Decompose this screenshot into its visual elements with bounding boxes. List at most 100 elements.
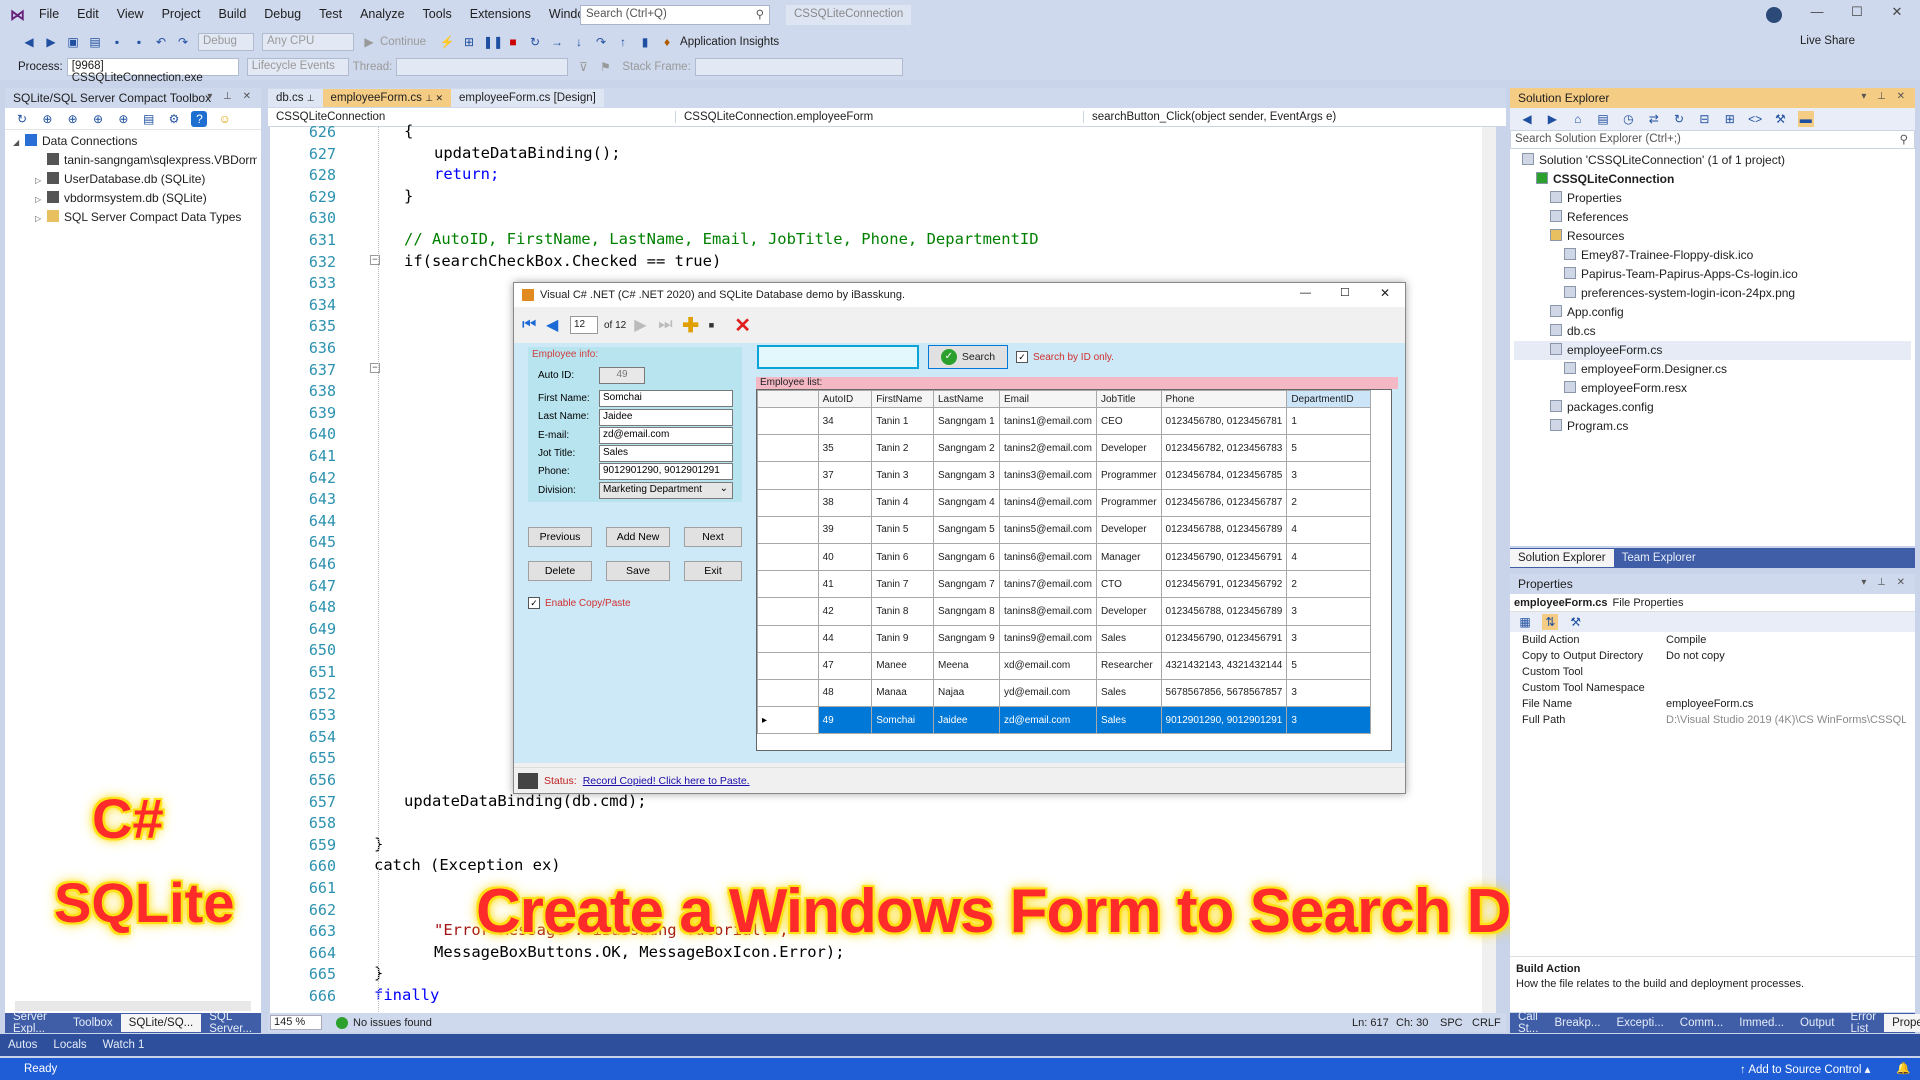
bookmark-icon[interactable]: ▮	[637, 34, 653, 50]
tab-breakp-[interactable]: Breakp...	[1546, 1014, 1608, 1032]
table-cell[interactable]: Researcher	[1095, 651, 1162, 680]
table-cell[interactable]: Tanin 6	[871, 542, 934, 572]
tab-autos[interactable]: Autos	[0, 1036, 45, 1054]
help-icon[interactable]: ?	[191, 111, 208, 127]
row-header[interactable]	[757, 542, 819, 572]
table-cell[interactable]: 34	[817, 406, 873, 436]
restart-icon[interactable]: ↻	[527, 34, 543, 50]
table-cell[interactable]: Sangngam 8	[933, 597, 1000, 626]
table-cell[interactable]: Sales	[1095, 706, 1162, 735]
property-value[interactable]: Compile	[1666, 632, 1906, 648]
connection-tree-item[interactable]: ▷ SQL Server Compact Data Types	[9, 208, 257, 227]
collapsed-arrow-icon[interactable]: ▷	[35, 209, 47, 227]
menu-view[interactable]: View	[108, 7, 153, 21]
solution-tree-item[interactable]: CSSQLiteConnection	[1514, 170, 1911, 189]
next-button[interactable]: Next	[684, 527, 742, 547]
stop-icon[interactable]: ■	[505, 34, 521, 50]
property-row[interactable]: Copy to Output Directory Do not copy	[1522, 648, 1915, 664]
table-cell[interactable]: tanins4@email.com	[998, 488, 1097, 517]
save-all-icon[interactable]: ▪	[131, 34, 147, 50]
table-cell[interactable]: Sangngam 5	[933, 515, 1000, 544]
table-cell[interactable]: Developer	[1095, 597, 1162, 626]
email-field[interactable]: zd@email.com	[599, 427, 733, 444]
view-code-icon[interactable]: <>	[1747, 111, 1763, 127]
tab-output[interactable]: Output	[1792, 1014, 1843, 1032]
tab-immed-[interactable]: Immed...	[1731, 1014, 1792, 1032]
table-cell[interactable]: 0123456790, 0123456791	[1160, 624, 1288, 653]
switch-views-icon[interactable]: ▤	[1595, 111, 1611, 127]
tab-db-cs[interactable]: db.cs ⊥	[268, 89, 323, 107]
table-row[interactable]: 39 Tanin 5 Sangngam 5 tanins5@email.com Deve…	[757, 515, 1371, 544]
table-cell[interactable]: 0123456790, 0123456791	[1160, 542, 1288, 572]
settings-icon[interactable]: ⚙	[166, 111, 182, 127]
table-cell[interactable]: tanins9@email.com	[998, 624, 1097, 653]
solution-tree-item[interactable]: employeeForm.resx	[1514, 379, 1911, 398]
search-text-input[interactable]	[757, 345, 919, 369]
thread-dropdown[interactable]	[396, 58, 569, 76]
table-cell[interactable]: 0123456780, 0123456781	[1160, 406, 1288, 436]
table-cell[interactable]: 5	[1286, 651, 1371, 680]
filter-icon[interactable]: ⊽	[575, 59, 591, 75]
table-cell[interactable]: 0123456782, 0123456783	[1160, 434, 1288, 463]
position-input[interactable]: 12	[570, 316, 598, 334]
code-line[interactable]: updateDataBinding(db.cmd);	[404, 792, 647, 810]
table-cell[interactable]: Tanin 4	[871, 488, 934, 517]
property-row[interactable]: Build Action Compile	[1522, 632, 1915, 648]
add-compact-icon[interactable]: ⊕	[115, 111, 131, 127]
table-cell[interactable]: 3	[1286, 624, 1371, 653]
tab-toolbox[interactable]: Toolbox	[65, 1014, 121, 1032]
table-cell[interactable]: tanins6@email.com	[998, 542, 1097, 572]
table-cell[interactable]: Sales	[1095, 678, 1162, 708]
step-over-icon[interactable]: ↷	[593, 34, 609, 50]
solution-tree-item[interactable]: employeeForm.Designer.cs	[1514, 360, 1911, 379]
table-cell[interactable]: Sangngam 7	[933, 570, 1000, 599]
table-cell[interactable]: 4321432143, 4321432144	[1160, 651, 1288, 680]
row-header[interactable]	[757, 651, 819, 680]
table-cell[interactable]: Meena	[933, 651, 1000, 680]
table-cell[interactable]: Sangngam 9	[933, 624, 1000, 653]
table-cell[interactable]: 5678567856, 5678567857	[1160, 678, 1288, 708]
property-value[interactable]: D:\Visual Studio 2019 (4K)\CS WinForms\C…	[1666, 712, 1906, 728]
table-cell[interactable]: xd@email.com	[998, 651, 1097, 680]
categorized-icon[interactable]: ▦	[1517, 614, 1533, 630]
tab-employee-form-design[interactable]: employeeForm.cs [Design]	[451, 89, 604, 107]
property-value[interactable]: employeeForm.cs	[1666, 696, 1906, 712]
solution-tree-item[interactable]: Emey87-Trainee-Floppy-disk.ico	[1514, 246, 1911, 265]
add-connection-icon[interactable]: ⊕	[39, 111, 55, 127]
table-cell[interactable]: 5	[1286, 434, 1371, 463]
save-disk-icon[interactable]: ▪	[708, 315, 734, 336]
property-value[interactable]	[1666, 664, 1906, 680]
solution-tree-item[interactable]: Program.cs	[1514, 417, 1911, 436]
column-header-phone[interactable]: Phone	[1160, 390, 1288, 408]
row-header[interactable]	[757, 406, 819, 436]
code-line[interactable]: return;	[434, 165, 499, 183]
column-header-lastname[interactable]: LastName	[933, 390, 1000, 408]
back-icon[interactable]: ◀	[21, 34, 37, 50]
tab-comm-[interactable]: Comm...	[1672, 1014, 1731, 1032]
table-cell[interactable]: tanins3@email.com	[998, 461, 1097, 490]
row-header[interactable]	[757, 434, 819, 463]
row-header[interactable]	[757, 624, 819, 653]
row-header[interactable]	[757, 570, 819, 599]
code-line[interactable]: // AutoID, FirstName, LastName, Email, J…	[404, 230, 1039, 248]
row-header[interactable]	[757, 461, 819, 490]
pending-changes-icon[interactable]: ◷	[1620, 111, 1636, 127]
delete-icon[interactable]: ✕	[734, 313, 760, 338]
process-dropdown[interactable]: [9968] CSSQLiteConnection.exe	[66, 58, 239, 84]
hot-reload-icon[interactable]: ⚡	[439, 34, 455, 50]
table-cell[interactable]: Manaa	[871, 678, 934, 708]
code-line[interactable]: finally	[374, 986, 439, 1004]
alphabetical-icon[interactable]: ⇅	[1542, 614, 1559, 630]
table-cell[interactable]: Programmer	[1095, 461, 1162, 490]
table-cell[interactable]: Manee	[871, 651, 934, 680]
connection-tree-item[interactable]: ▷ UserDatabase.db (SQLite)	[9, 170, 257, 189]
column-header-jobtitle[interactable]: JobTitle	[1095, 390, 1162, 408]
table-cell[interactable]: tanins5@email.com	[998, 515, 1097, 544]
table-cell[interactable]: yd@email.com	[998, 678, 1097, 708]
phone-field[interactable]: 9012901290, 9012901291	[599, 463, 733, 480]
menu-edit[interactable]: Edit	[68, 7, 108, 21]
table-cell[interactable]: tanins1@email.com	[998, 406, 1097, 436]
table-cell[interactable]: Sangngam 6	[933, 542, 1000, 572]
tab-solution-explorer[interactable]: Solution Explorer	[1510, 549, 1614, 567]
table-cell[interactable]: Developer	[1095, 515, 1162, 544]
